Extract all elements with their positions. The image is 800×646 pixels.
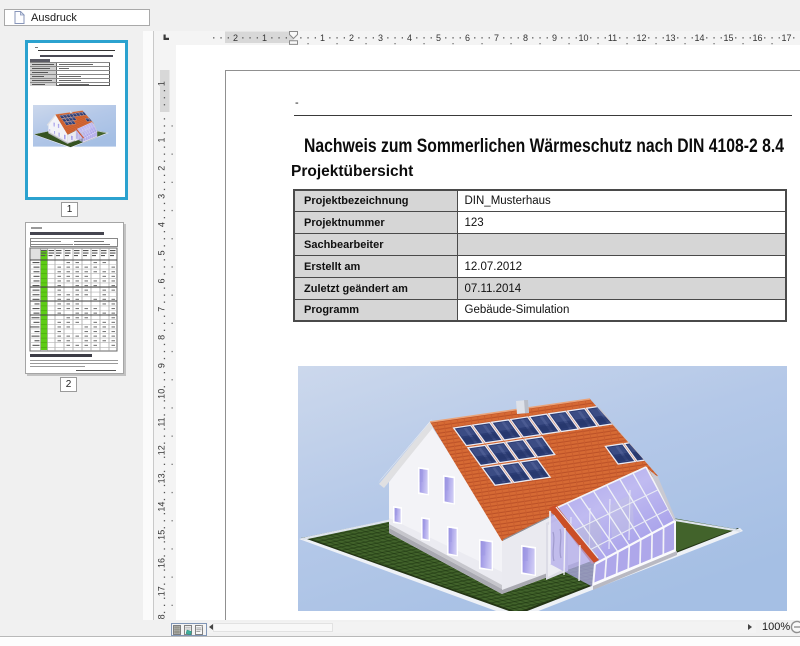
svg-text:3: 3 [157,194,167,199]
svg-text:11: 11 [608,33,617,43]
svg-text:14: 14 [157,502,167,512]
svg-text:9: 9 [157,363,167,368]
svg-text:8: 8 [157,335,167,340]
svg-text:1: 1 [157,81,167,86]
svg-text:10: 10 [578,33,588,43]
svg-text:1: 1 [157,137,167,142]
svg-text:6: 6 [157,278,167,283]
svg-text:6: 6 [465,33,470,43]
svg-text:2: 2 [233,33,238,43]
svg-text:11: 11 [157,417,167,426]
svg-text:16: 16 [157,558,167,568]
svg-text:15: 15 [723,33,733,43]
svg-text:17: 17 [157,586,167,596]
svg-text:2: 2 [349,33,354,43]
svg-text:4: 4 [407,33,412,43]
svg-text:3: 3 [378,33,383,43]
svg-text:15: 15 [157,530,167,540]
svg-text:10: 10 [157,389,167,399]
svg-text:1: 1 [262,33,267,43]
svg-text:1: 1 [320,33,325,43]
svg-text:4: 4 [157,222,167,227]
svg-text:17: 17 [781,33,791,43]
svg-text:13: 13 [157,473,167,483]
svg-text:12: 12 [636,33,646,43]
svg-text:5: 5 [436,33,441,43]
svg-text:5: 5 [157,250,167,255]
svg-text:7: 7 [157,307,167,312]
svg-text:7: 7 [494,33,499,43]
svg-text:12: 12 [157,445,167,455]
svg-text:14: 14 [694,33,704,43]
svg-text:16: 16 [752,33,762,43]
svg-text:8: 8 [523,33,528,43]
svg-text:13: 13 [665,33,675,43]
svg-text:9: 9 [552,33,557,43]
svg-text:2: 2 [157,166,167,171]
